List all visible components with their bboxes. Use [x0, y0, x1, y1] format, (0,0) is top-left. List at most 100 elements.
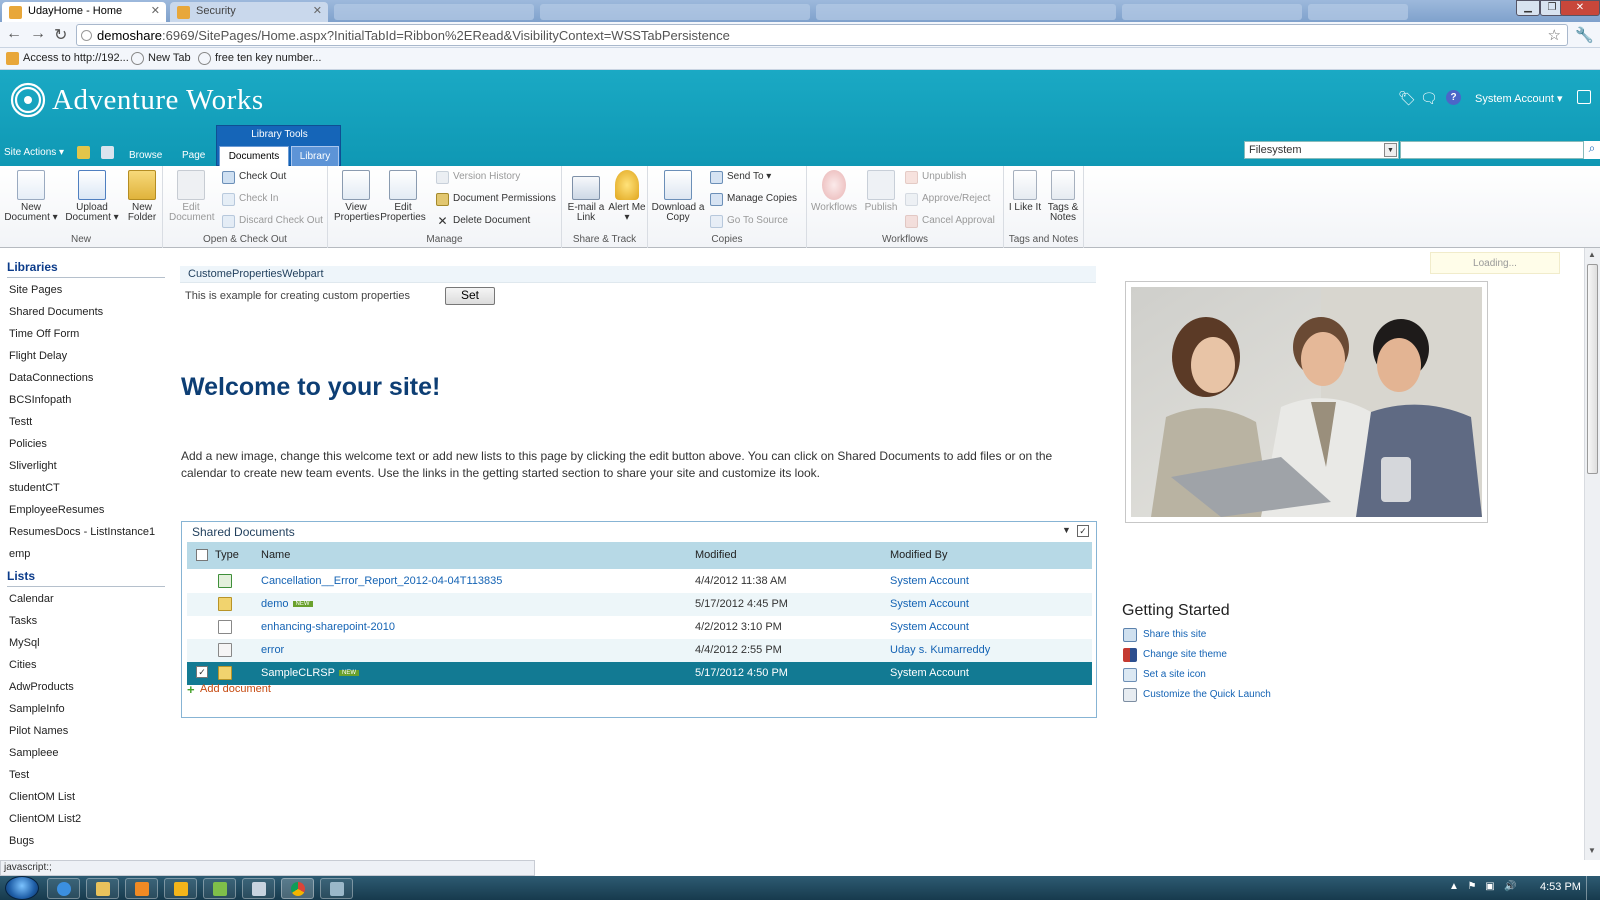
taskbar-app[interactable]	[320, 878, 353, 899]
nav-item-emp[interactable]: emp	[9, 548, 30, 560]
modified-by-link[interactable]: Uday s. Kumarreddy	[890, 644, 990, 656]
delete-document-button[interactable]: ✕ Delete Document	[436, 215, 530, 227]
edit-page-icon[interactable]	[101, 146, 114, 159]
nav-heading-lists[interactable]: Lists	[7, 569, 35, 583]
webpart-title[interactable]: Shared Documents	[192, 525, 295, 539]
i-like-it-button[interactable]: I Like It	[1008, 170, 1042, 213]
nav-item-pilot-names[interactable]: Pilot Names	[9, 725, 68, 737]
nav-item-bugs[interactable]: Bugs	[9, 835, 34, 847]
change-site-theme-link[interactable]: Change site theme	[1123, 648, 1227, 662]
scroll-thumb[interactable]	[1587, 264, 1598, 474]
publish-button[interactable]: Publish	[861, 170, 901, 213]
bookmark-item[interactable]: New Tab	[131, 52, 191, 65]
search-scope-select[interactable]: Filesystem ▼	[1244, 141, 1399, 159]
nav-item-clientom-list2[interactable]: ClientOM List2	[9, 813, 81, 825]
nav-item-calendar[interactable]: Calendar	[9, 593, 54, 605]
taskbar-outlook[interactable]	[164, 878, 197, 899]
nav-item-site-pages[interactable]: Site Pages	[9, 284, 62, 296]
row-checkbox[interactable]: ✓	[196, 666, 208, 678]
forward-arrow-icon[interactable]: →	[30, 25, 46, 43]
nav-item-time-off-form[interactable]: Time Off Form	[9, 328, 79, 340]
new-document-button[interactable]: New Document ▾	[2, 170, 60, 223]
document-name-link[interactable]: SampleCLRSP NEW	[261, 667, 359, 679]
browser-tab-udayhome[interactable]: UdayHome - Home ✕	[2, 2, 166, 22]
customize-quick-launch-link[interactable]: Customize the Quick Launch	[1123, 688, 1271, 702]
browser-tab-background[interactable]	[1308, 4, 1408, 20]
webpart-select-checkbox[interactable]: ✓	[1077, 525, 1089, 537]
close-tab-icon[interactable]: ✕	[151, 4, 160, 17]
browser-tab-background[interactable]	[1122, 4, 1302, 20]
nav-item-testt[interactable]: Testt	[9, 416, 32, 428]
taskbar-clock[interactable]: 4:53 PM	[1540, 881, 1581, 893]
share-this-site-link[interactable]: Share this site	[1123, 628, 1206, 642]
navigate-up-icon[interactable]	[77, 146, 90, 159]
taskbar-explorer[interactable]	[86, 878, 119, 899]
nav-item-mysql[interactable]: MySql	[9, 637, 40, 649]
nav-item-studentct[interactable]: studentCT	[9, 482, 60, 494]
minimize-window-button[interactable]: ▁	[1516, 0, 1540, 16]
tags-notes-button[interactable]: Tags & Notes	[1044, 170, 1082, 223]
nav-heading-libraries[interactable]: Libraries	[7, 260, 58, 274]
nav-item-bcsinfopath[interactable]: BCSInfopath	[9, 394, 71, 406]
discard-check-out-button[interactable]: Discard Check Out	[222, 215, 323, 228]
modified-by-link[interactable]: System Account	[890, 575, 969, 587]
nav-item-adwproducts[interactable]: AdwProducts	[9, 681, 74, 693]
tab-documents[interactable]: Documents	[219, 146, 289, 166]
table-row[interactable]: error 4/4/2012 2:55 PM Uday s. Kumarredd…	[187, 639, 1092, 662]
volume-icon[interactable]: 🔊	[1504, 881, 1516, 893]
column-header-modified-by[interactable]: Modified By	[890, 549, 947, 561]
table-row[interactable]: Cancellation__Error_Report_2012-04-04T11…	[187, 570, 1092, 593]
alert-me-button[interactable]: Alert Me ▾	[608, 170, 646, 223]
social-notes-icon[interactable]: 🗨	[1420, 90, 1438, 106]
column-header-modified[interactable]: Modified	[695, 549, 737, 561]
help-icon[interactable]: ?	[1446, 90, 1461, 105]
action-center-flag-icon[interactable]: ⚑	[1466, 881, 1478, 893]
modified-by-link[interactable]: System Account	[890, 598, 969, 610]
nav-item-flight-delay[interactable]: Flight Delay	[9, 350, 67, 362]
column-header-name[interactable]: Name	[261, 549, 290, 561]
nav-item-dataconnections[interactable]: DataConnections	[9, 372, 93, 384]
table-row[interactable]: demo NEW 5/17/2012 4:45 PM System Account	[187, 593, 1092, 616]
site-title[interactable]: Adventure Works	[52, 84, 264, 117]
scroll-up-arrow-icon[interactable]: ▲	[1588, 250, 1596, 259]
version-history-button[interactable]: Version History	[436, 171, 520, 184]
tab-library[interactable]: Library	[291, 146, 339, 166]
table-row[interactable]: enhancing-sharepoint-2010 4/2/2012 3:10 …	[187, 616, 1092, 639]
nav-item-cities[interactable]: Cities	[9, 659, 37, 671]
document-name-link[interactable]: enhancing-sharepoint-2010	[261, 621, 395, 633]
nav-item-sampleinfo[interactable]: SampleInfo	[9, 703, 65, 715]
send-to-button[interactable]: Send To ▾	[710, 171, 771, 184]
browser-tab-background[interactable]	[816, 4, 1116, 20]
column-header-type[interactable]: Type	[215, 549, 239, 561]
taskbar-media-player[interactable]	[125, 878, 158, 899]
nav-item-shared-documents[interactable]: Shared Documents	[9, 306, 103, 318]
browser-tab-background[interactable]	[540, 4, 810, 20]
browser-tab-security[interactable]: Security ✕	[170, 2, 328, 22]
close-tab-icon[interactable]: ✕	[313, 4, 322, 17]
document-permissions-button[interactable]: Document Permissions	[436, 193, 556, 206]
taskbar-app[interactable]	[203, 878, 236, 899]
network-tray-icon[interactable]: ▣	[1484, 881, 1496, 893]
check-out-button[interactable]: Check Out	[222, 171, 286, 184]
new-folder-button[interactable]: New Folder	[124, 170, 160, 223]
bookmark-item[interactable]: Access to http://192...	[6, 52, 129, 65]
unpublish-button[interactable]: Unpublish	[905, 171, 966, 184]
modified-by-link[interactable]: System Account	[890, 621, 969, 633]
workflows-button[interactable]: Workflows	[809, 170, 859, 213]
page-scrollbar[interactable]: ▲ ▼	[1584, 248, 1600, 860]
edit-properties-button[interactable]: Edit Properties	[380, 170, 426, 223]
start-button[interactable]	[5, 876, 39, 900]
bookmark-star-icon[interactable]: ☆	[1548, 26, 1561, 44]
wrench-menu-icon[interactable]: 🔧	[1575, 26, 1594, 44]
nav-item-test[interactable]: Test	[9, 769, 29, 781]
add-document-link[interactable]: + Add document	[187, 682, 271, 697]
go-to-source-button[interactable]: Go To Source	[710, 215, 788, 228]
nav-item-sliverlight[interactable]: Sliverlight	[9, 460, 57, 472]
account-menu[interactable]: System Account ▾	[1475, 92, 1562, 105]
nav-item-resumesdocs[interactable]: ResumesDocs - ListInstance1	[9, 526, 155, 538]
tab-page[interactable]: Page	[182, 150, 205, 161]
tag-icon[interactable]: 🏷	[1398, 90, 1416, 106]
nav-item-clientom-list[interactable]: ClientOM List	[9, 791, 75, 803]
upload-document-button[interactable]: Upload Document ▾	[62, 170, 122, 223]
reload-icon[interactable]: ↻	[54, 25, 67, 45]
